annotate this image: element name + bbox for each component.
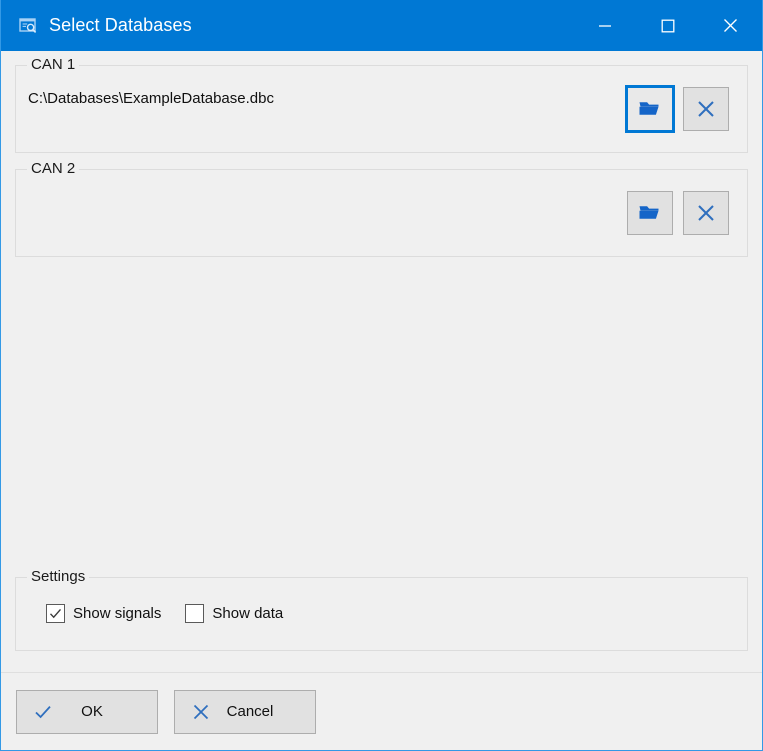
ok-button-label: OK bbox=[81, 703, 103, 720]
check-mark-icon bbox=[49, 608, 62, 619]
close-x-icon bbox=[698, 101, 714, 117]
settings-group-content: Show signals Show data bbox=[16, 578, 747, 650]
show-data-label: Show data bbox=[212, 605, 284, 622]
show-signals-checkbox[interactable]: Show signals bbox=[46, 604, 161, 623]
can2-group-content bbox=[16, 170, 747, 256]
can1-group: CAN 1 C:\Databases\ExampleDatabase.dbc bbox=[15, 56, 748, 153]
ok-button[interactable]: OK bbox=[16, 689, 158, 734]
dialog-client-area: CAN 1 C:\Databases\ExampleDatabase.dbc C… bbox=[1, 51, 762, 750]
dialog-footer: OK Cancel bbox=[1, 672, 762, 750]
settings-checkbox-row: Show signals Show data bbox=[46, 604, 283, 623]
show-data-checkbox[interactable]: Show data bbox=[185, 604, 283, 623]
checkbox-box-checked bbox=[46, 604, 65, 623]
settings-group: Settings Show signals Show data bbox=[15, 568, 748, 651]
title-bar: Select Databases bbox=[1, 0, 762, 51]
select-databases-dialog: Select Databases CAN 1 C:\Databases\Exam… bbox=[0, 0, 763, 751]
minimize-button[interactable] bbox=[573, 0, 636, 51]
can2-browse-button[interactable] bbox=[627, 191, 673, 235]
checkbox-box-unchecked bbox=[185, 604, 205, 623]
window-title: Select Databases bbox=[49, 15, 192, 35]
can2-clear-button[interactable] bbox=[683, 191, 729, 235]
dialog-body: CAN 1 C:\Databases\ExampleDatabase.dbc C… bbox=[1, 51, 762, 672]
show-signals-label: Show signals bbox=[73, 605, 162, 622]
check-icon bbox=[31, 703, 55, 721]
can1-browse-button[interactable] bbox=[627, 87, 673, 131]
cancel-button[interactable]: Cancel bbox=[174, 689, 316, 734]
maximize-icon bbox=[661, 19, 674, 32]
folder-open-icon bbox=[639, 206, 659, 219]
minimize-icon bbox=[598, 24, 611, 27]
cancel-button-label: Cancel bbox=[226, 703, 274, 720]
window-controls bbox=[573, 0, 762, 51]
x-icon bbox=[189, 703, 213, 721]
close-button[interactable] bbox=[699, 0, 762, 51]
can2-group: CAN 2 bbox=[15, 160, 748, 257]
can1-group-content: C:\Databases\ExampleDatabase.dbc bbox=[16, 66, 747, 152]
folder-open-icon bbox=[639, 102, 659, 115]
can1-clear-button[interactable] bbox=[683, 87, 729, 131]
database-window-icon bbox=[19, 17, 37, 33]
can1-path-text: C:\Databases\ExampleDatabase.dbc bbox=[28, 90, 274, 107]
maximize-button[interactable] bbox=[636, 0, 699, 51]
close-icon bbox=[724, 19, 737, 32]
close-x-icon bbox=[698, 205, 714, 221]
